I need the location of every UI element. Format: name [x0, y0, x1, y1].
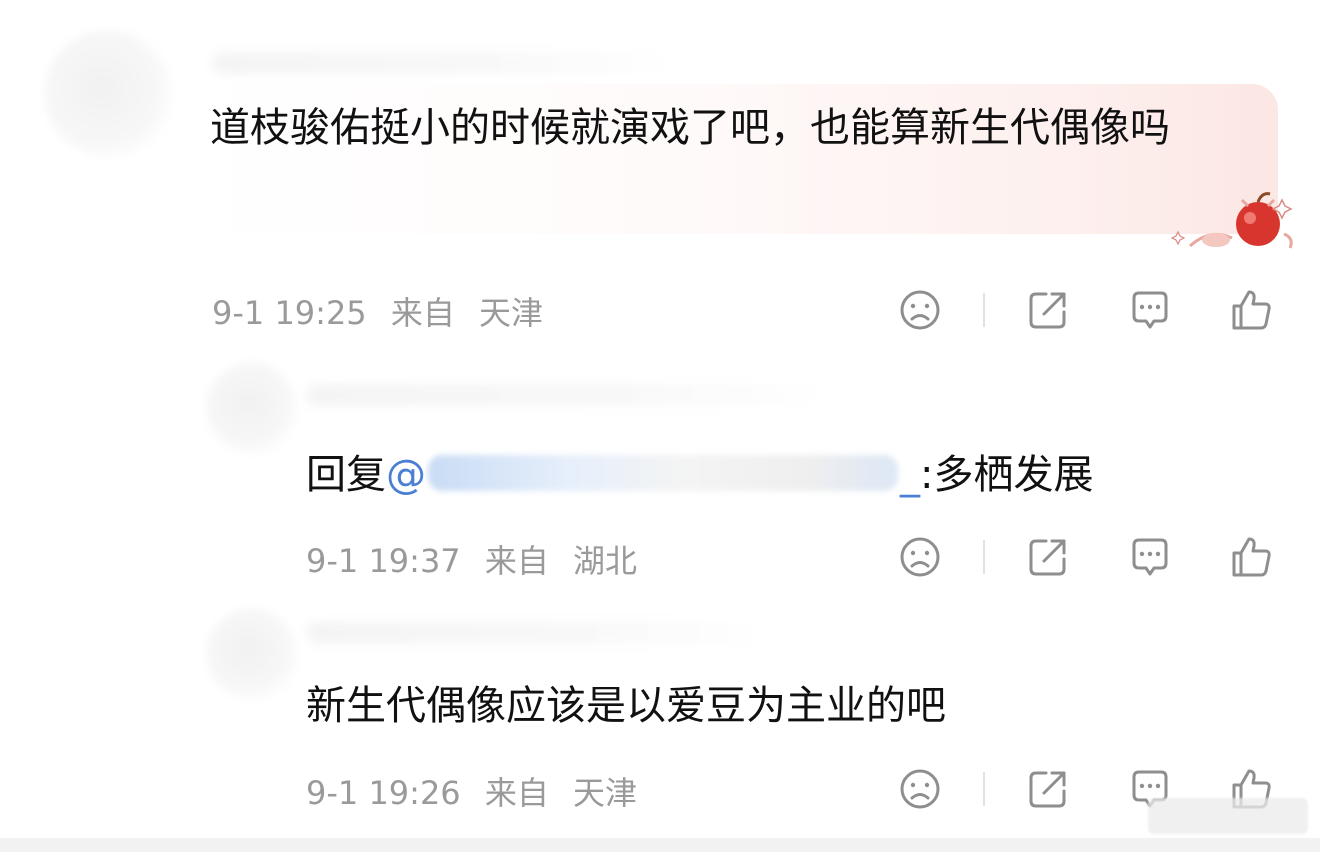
reply-avatar[interactable]	[206, 362, 298, 454]
apple-sticker-icon	[1170, 192, 1293, 249]
like-button[interactable]	[1228, 533, 1276, 581]
mention-link[interactable]: @ _	[386, 452, 920, 498]
reply-prefix: 回复	[306, 452, 386, 498]
share-button[interactable]	[1024, 286, 1072, 334]
reply-username-blurred[interactable]	[306, 622, 766, 644]
sad-face-icon	[900, 537, 940, 577]
reply-avatar[interactable]	[206, 608, 298, 700]
bottom-edge	[0, 838, 1320, 852]
share-button[interactable]	[1024, 765, 1072, 813]
sad-face-icon	[900, 290, 940, 330]
share-icon	[1029, 771, 1066, 808]
like-button[interactable]	[1228, 286, 1276, 334]
avatar[interactable]	[44, 30, 172, 158]
reply-time: 9-1 19:37	[306, 542, 461, 580]
action-divider	[983, 293, 985, 327]
reply-meta: 9-1 19:37 来自 湖北	[306, 536, 651, 582]
reply-meta: 9-1 19:26 来自 天津	[306, 768, 651, 814]
share-icon	[1029, 539, 1066, 576]
share-icon	[1029, 292, 1066, 329]
reply-from-label: 来自	[484, 542, 549, 580]
share-button[interactable]	[1024, 533, 1072, 581]
dislike-button[interactable]	[896, 286, 944, 334]
thumbs-up-icon	[1232, 537, 1271, 577]
comment-button[interactable]	[1126, 286, 1174, 334]
sad-face-icon	[900, 769, 940, 809]
action-divider	[983, 772, 985, 806]
comment-time: 9-1 19:25	[212, 294, 367, 332]
reply-location: 湖北	[573, 542, 638, 580]
reply-text: 新生代偶像应该是以爱豆为主业的吧	[306, 683, 946, 729]
dislike-button[interactable]	[896, 765, 944, 813]
comment-icon	[1132, 538, 1168, 576]
comment-meta: 9-1 19:25 来自 天津	[212, 288, 557, 334]
comment-text: 道枝骏佑挺小的时候就演戏了吧，也能算新生代偶像吗	[210, 105, 1170, 151]
reply-body: :多栖发展	[920, 452, 1094, 498]
comment-button[interactable]	[1126, 533, 1174, 581]
comment-icon	[1132, 291, 1168, 329]
watermark	[1148, 798, 1308, 834]
reply-from-label: 来自	[484, 774, 549, 812]
mention-at: @	[386, 452, 426, 498]
comment-from-label: 来自	[390, 294, 455, 332]
comment-location: 天津	[479, 294, 544, 332]
reply-time: 9-1 19:26	[306, 774, 461, 812]
username-blurred[interactable]	[212, 52, 672, 74]
dislike-button[interactable]	[896, 533, 944, 581]
mention-name-blurred	[428, 455, 898, 491]
action-divider	[983, 540, 985, 574]
mention-tail: _	[900, 452, 920, 498]
thumbs-up-icon	[1232, 290, 1271, 330]
reply-username-blurred[interactable]	[306, 384, 826, 406]
reply-location: 天津	[573, 774, 638, 812]
reply-text: 回复@ _:多栖发展	[306, 443, 1093, 507]
